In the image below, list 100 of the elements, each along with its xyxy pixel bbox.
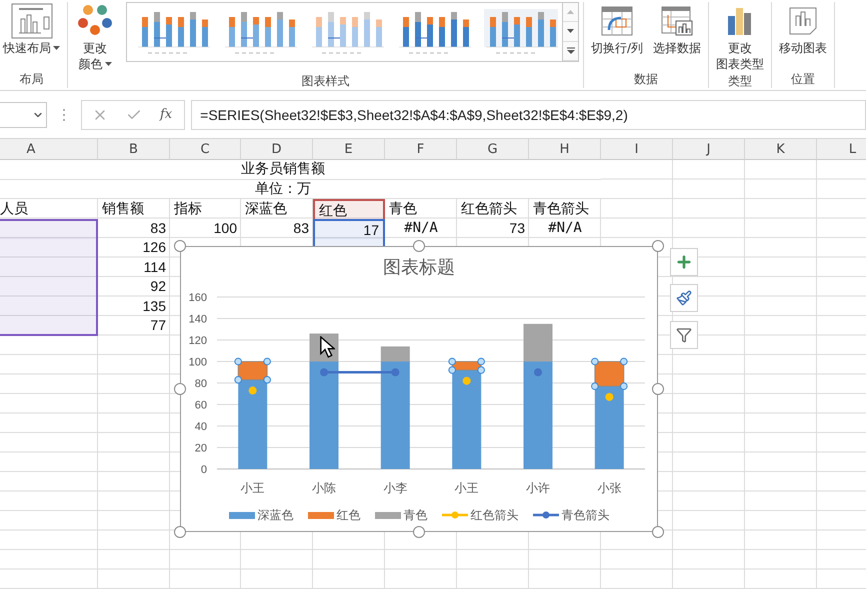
column-header[interactable]: D [241,139,313,160]
legend-swatch [308,512,334,518]
axis-label: 160 [188,292,207,304]
selection-handle[interactable] [620,358,628,366]
chart-area[interactable]: 图表标题 0 20 40 60 80 100 120 140 160 小王 小陈 小李 小王 小许 小张 深蓝色 红色 青色 红色箭头 青色箭头 [180,246,658,532]
axis-label: 小王 [454,481,479,495]
drag-handle-icon[interactable] [61,108,67,122]
column-header[interactable]: A [0,139,98,160]
point [320,368,328,376]
group-label: 布局 [18,71,44,88]
axis-label: 40 [194,421,207,433]
expand-gallery-button[interactable] [563,42,578,61]
column-header[interactable]: G [457,139,529,160]
ribbon-button[interactable]: 快速布局 [0,2,63,56]
selection-handle[interactable] [477,366,485,374]
column-heading: 青色 [388,199,418,218]
selection-handle[interactable] [234,358,242,366]
column-header[interactable]: I [601,139,673,160]
axis-label: 100 [188,356,207,368]
point [462,376,471,385]
ribbon-button[interactable]: 切换行/列 [588,2,646,56]
table-cell-text: 73 [508,218,526,238]
point [605,392,614,401]
group-label: 图表样式 [300,73,350,90]
axis-label: 80 [194,378,207,390]
formula-field[interactable]: =SERIES(Sheet32!$E$3,Sheet32!$A$4:$A$9,Sheet32!$E$4:$E$9,2) [191,100,866,130]
ribbon-button[interactable]: 移动图表 [776,2,830,56]
table-cell-text: 135 [142,296,167,316]
axis-label: 20 [194,442,207,454]
column-header[interactable]: F [385,139,457,160]
axis-label: 小李 [383,481,408,495]
table-cell-text: #N/A [547,218,583,238]
table-title: 单位：万 [0,180,601,199]
chart-styles-button[interactable] [670,284,698,312]
legend-label: 红色 [336,506,360,524]
selection-handle[interactable] [448,358,456,366]
column-heading: 销售额 [101,199,145,218]
legend-label: 青色 [404,506,428,524]
expand-icon [566,47,574,54]
axis-label: 小王 [240,481,265,495]
chart-elements-button[interactable] [670,248,698,276]
legend-line-marker [442,511,468,519]
column-header[interactable]: J [673,139,745,160]
group-label: 类型 [727,73,754,90]
table-swap-icon [601,6,634,36]
layout-icon [10,3,52,39]
column-heading: 人员 [0,199,29,218]
column-header[interactable]: B [98,139,170,160]
table-cell-text: 100 [212,218,238,238]
group-label: 数据 [633,71,660,88]
filter-icon [676,327,692,343]
table-cell-text: 92 [149,277,167,296]
selection-handle[interactable] [448,366,456,374]
legend-label: 深蓝色 [258,506,294,524]
column-header[interactable]: L [817,139,866,160]
legend-label: 红色箭头 [470,506,518,524]
brush-icon [676,290,692,306]
selection-handle[interactable] [591,382,599,390]
selection-handle[interactable] [477,358,485,366]
selection-handle[interactable] [620,382,628,390]
selection-handle[interactable] [263,358,271,366]
ribbon-button[interactable]: 更改 图表类型 [713,2,768,72]
axis-label: 60 [194,400,207,412]
bar-chart-icon [727,6,754,36]
up-arrow-icon [567,10,574,14]
insert-function-button[interactable]: fx [160,107,172,122]
table-chart-icon [661,6,694,36]
table-cell-text: 83 [149,218,167,238]
column-header[interactable]: H [529,139,601,160]
legend-swatch [228,512,254,518]
axis-label: 140 [188,314,207,326]
column-header[interactable]: C [170,139,241,160]
chart-title: 图表标题 [382,256,456,280]
table-title: 业务员销售额 [0,160,601,180]
down-arrow-icon [567,29,574,34]
column-header[interactable]: K [745,139,817,160]
selection-handle[interactable] [591,358,599,366]
column-header[interactable]: E [313,139,385,160]
selection-handle[interactable] [234,376,242,384]
cursor-icon [320,336,335,358]
legend-line-marker [532,511,558,519]
column-heading: 深蓝色 [244,199,288,218]
chart-sheet-icon [788,6,818,36]
point [248,386,257,395]
legend-swatch [374,512,400,518]
table-cell-text: 114 [142,258,167,276]
axis-label: 120 [188,335,207,347]
point [391,368,400,376]
point [534,368,542,376]
table-cell-text: 126 [142,238,167,257]
ribbon-button[interactable]: 选择数据 [650,2,704,56]
ribbon-button[interactable]: 更改 颜色 [72,2,118,72]
table-cell-text: 77 [149,316,167,335]
column-heading: 红色箭头 [460,199,518,218]
axis-label: 小许 [526,481,550,495]
chart-filters-button[interactable] [670,321,698,349]
plus-icon [675,253,693,271]
table-cell-text: 83 [292,218,310,238]
scroll-down-button[interactable] [563,22,578,42]
selection-handle[interactable] [263,376,271,384]
